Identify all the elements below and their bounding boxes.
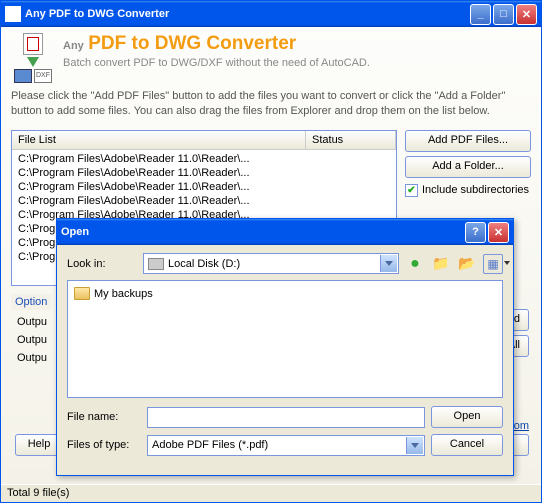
- files-of-type-combo[interactable]: Adobe PDF Files (*.pdf): [147, 435, 425, 456]
- drive-icon: [148, 258, 164, 270]
- arrow-down-icon: [27, 57, 39, 67]
- header-subtitle: Batch convert PDF to DWG/DXF without the…: [63, 57, 370, 69]
- list-header: File List Status: [12, 131, 396, 150]
- files-of-type-label: Files of type:: [67, 439, 141, 451]
- col-status[interactable]: Status: [306, 131, 396, 149]
- dialog-body: Look in: Local Disk (D:) ● 📁 📂 ▦ My back…: [57, 245, 513, 475]
- window-title: Any PDF to DWG Converter: [25, 8, 468, 20]
- dialog-title: Open: [61, 226, 463, 238]
- main-titlebar: Any PDF to DWG Converter _ □ ✕: [1, 1, 541, 27]
- add-folder-button[interactable]: Add a Folder...: [405, 156, 531, 178]
- up-one-level-icon[interactable]: 📁: [431, 254, 451, 274]
- open-dialog: Open ? ✕ Look in: Local Disk (D:) ● 📁 📂 …: [56, 218, 514, 476]
- folder-item[interactable]: My backups: [74, 287, 496, 300]
- chevron-down-icon[interactable]: [406, 437, 423, 454]
- header-area: DXF Any PDF to DWG Converter Batch conve…: [11, 33, 531, 83]
- chevron-down-icon[interactable]: [380, 255, 397, 272]
- maximize-button[interactable]: □: [493, 4, 514, 25]
- list-item[interactable]: C:\Program Files\Adobe\Reader 11.0\Reade…: [16, 152, 392, 166]
- status-bar: Total 9 file(s): [1, 484, 541, 502]
- look-in-label: Look in:: [67, 258, 137, 270]
- header-text: Any PDF to DWG Converter Batch convert P…: [63, 33, 370, 69]
- file-browser-area[interactable]: My backups: [67, 280, 503, 398]
- view-menu-icon[interactable]: ▦: [483, 254, 503, 274]
- header-main: PDF to DWG Converter: [88, 33, 296, 54]
- files-of-type-value: Adobe PDF Files (*.pdf): [152, 439, 268, 451]
- include-subdirs-label: Include subdirectories: [422, 184, 529, 196]
- look-in-value: Local Disk (D:): [168, 258, 240, 270]
- list-item[interactable]: C:\Program Files\Adobe\Reader 11.0\Reade…: [16, 180, 392, 194]
- new-folder-icon[interactable]: 📂: [457, 254, 477, 274]
- add-pdf-files-button[interactable]: Add PDF Files...: [405, 130, 531, 152]
- dialog-titlebar: Open ? ✕: [57, 219, 513, 245]
- col-file-list[interactable]: File List: [12, 131, 306, 149]
- back-icon[interactable]: ●: [405, 254, 425, 274]
- options-label: Option: [11, 294, 51, 310]
- open-button[interactable]: Open: [431, 406, 503, 428]
- minimize-button[interactable]: _: [470, 4, 491, 25]
- include-subdirs-row[interactable]: ✔ Include subdirectories: [405, 184, 531, 197]
- dwg-icon: [14, 69, 32, 83]
- header-icons: DXF: [11, 33, 55, 83]
- look-in-combo[interactable]: Local Disk (D:): [143, 253, 399, 274]
- header-prefix: Any: [63, 40, 84, 52]
- folder-icon: [74, 287, 90, 300]
- app-icon: [5, 6, 21, 22]
- list-item[interactable]: C:\Program Files\Adobe\Reader 11.0\Reade…: [16, 166, 392, 180]
- dialog-help-button[interactable]: ?: [465, 222, 486, 243]
- cancel-button[interactable]: Cancel: [431, 434, 503, 456]
- file-name-label: File name:: [67, 411, 141, 423]
- folder-label: My backups: [94, 288, 153, 300]
- instructions-text: Please click the "Add PDF Files" button …: [11, 89, 531, 120]
- file-name-input[interactable]: [147, 407, 425, 428]
- dxf-icon: DXF: [34, 69, 52, 83]
- dialog-close-button[interactable]: ✕: [488, 222, 509, 243]
- pdf-icon: [23, 33, 43, 55]
- list-item[interactable]: C:\Program Files\Adobe\Reader 11.0\Reade…: [16, 194, 392, 208]
- nav-icons: ● 📁 📂 ▦: [405, 254, 503, 274]
- close-button[interactable]: ✕: [516, 4, 537, 25]
- include-subdirs-checkbox[interactable]: ✔: [405, 184, 418, 197]
